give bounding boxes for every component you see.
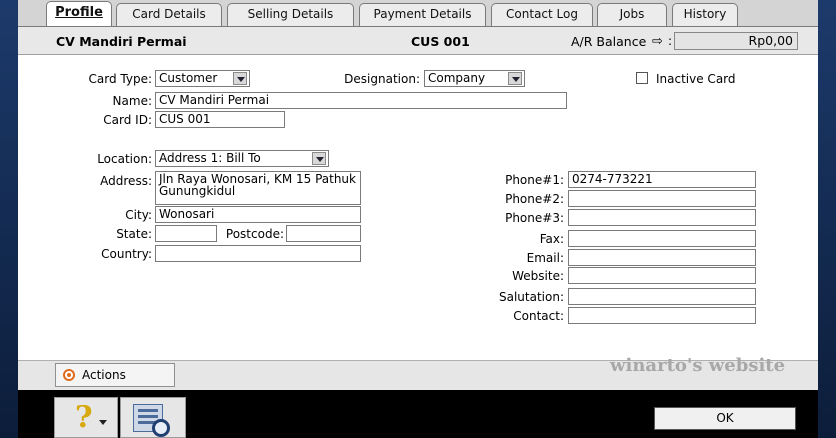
- address-label: Address:: [100, 174, 152, 188]
- tab-selling-details[interactable]: Selling Details: [227, 3, 354, 26]
- balance-colon: :: [668, 34, 673, 48]
- help-button[interactable]: ?: [54, 397, 118, 438]
- card-id-field[interactable]: CUS 001: [155, 111, 285, 128]
- designation-value: Company: [428, 71, 486, 85]
- tab-bar: Profile Card Details Selling Details Pay…: [18, 0, 818, 28]
- state-field[interactable]: [155, 225, 217, 242]
- tab-payment-details[interactable]: Payment Details: [359, 3, 486, 26]
- address-field[interactable]: Jln Raya Wonosari, KM 15 Pathuk Gunungki…: [155, 171, 361, 205]
- profile-panel: CV Mandiri Permai CUS 001 A/R Balance ⇨ …: [18, 26, 818, 390]
- help-question-icon: ?: [75, 400, 93, 435]
- ok-button[interactable]: OK: [654, 407, 796, 430]
- postcode-label: Postcode:: [225, 227, 284, 241]
- fax-label: Fax:: [539, 232, 564, 246]
- ar-balance-value: Rp0,00: [674, 32, 798, 50]
- city-label: City:: [125, 208, 152, 222]
- card-type-label: Card Type:: [88, 72, 153, 86]
- arrow-right-icon[interactable]: ⇨: [652, 34, 663, 49]
- card-information-window: Profile Card Details Selling Details Pay…: [18, 0, 818, 438]
- actions-button[interactable]: Actions: [55, 363, 175, 387]
- view-details-icon: [133, 404, 170, 437]
- tab-history[interactable]: History: [672, 3, 738, 26]
- email-field[interactable]: [568, 249, 756, 266]
- designation-label: Designation:: [344, 72, 420, 86]
- card-id-label: Card ID:: [103, 113, 152, 127]
- salutation-field[interactable]: [568, 288, 756, 305]
- contact-label: Contact:: [513, 309, 564, 323]
- card-type-value: Customer: [159, 71, 218, 85]
- postcode-field[interactable]: [286, 225, 361, 242]
- salutation-label: Salutation:: [499, 290, 564, 304]
- chevron-down-icon[interactable]: [233, 72, 247, 85]
- phone2-label: Phone#2:: [505, 192, 564, 206]
- fax-field[interactable]: [568, 230, 756, 247]
- phone1-field[interactable]: 0274-773221: [568, 171, 756, 188]
- chevron-down-icon: [99, 420, 107, 425]
- location-value: Address 1: Bill To: [159, 151, 261, 165]
- chevron-down-icon[interactable]: [312, 152, 326, 165]
- view-details-button[interactable]: [120, 397, 186, 438]
- actions-circle-icon: [63, 369, 75, 381]
- country-field[interactable]: [155, 245, 361, 262]
- chevron-down-icon[interactable]: [508, 72, 522, 85]
- tab-contact-log[interactable]: Contact Log: [491, 3, 593, 26]
- tab-jobs[interactable]: Jobs: [597, 3, 667, 26]
- email-label: Email:: [526, 251, 564, 265]
- card-header: CV Mandiri Permai CUS 001 A/R Balance ⇨ …: [18, 27, 818, 55]
- contact-field[interactable]: [568, 307, 756, 324]
- phone3-field[interactable]: [568, 209, 756, 226]
- name-field[interactable]: CV Mandiri Permai: [155, 92, 567, 109]
- card-header-name: CV Mandiri Permai: [56, 34, 187, 49]
- phone3-label: Phone#3:: [505, 211, 564, 225]
- country-label: Country:: [101, 247, 152, 261]
- card-type-select[interactable]: Customer: [155, 70, 250, 87]
- website-label: Website:: [512, 269, 564, 283]
- tab-profile[interactable]: Profile: [46, 1, 112, 28]
- state-label: State:: [116, 227, 152, 241]
- city-field[interactable]: Wonosari: [155, 206, 361, 223]
- ar-balance-label: A/R Balance: [571, 34, 647, 49]
- phone2-field[interactable]: [568, 190, 756, 207]
- name-label: Name:: [112, 94, 152, 108]
- watermark-text: winarto's website: [610, 355, 786, 376]
- card-header-id: CUS 001: [411, 34, 470, 49]
- phone1-label: Phone#1:: [505, 173, 564, 187]
- left-background-strip: [0, 0, 18, 438]
- location-label: Location:: [97, 152, 152, 166]
- designation-select[interactable]: Company: [424, 70, 525, 87]
- inactive-card-checkbox[interactable]: [636, 72, 648, 84]
- right-background-strip: [818, 0, 836, 438]
- location-select[interactable]: Address 1: Bill To: [155, 150, 329, 167]
- tab-card-details[interactable]: Card Details: [116, 3, 222, 26]
- actions-label: Actions: [82, 368, 126, 382]
- website-field[interactable]: [568, 267, 756, 284]
- inactive-card-label: Inactive Card: [656, 72, 736, 86]
